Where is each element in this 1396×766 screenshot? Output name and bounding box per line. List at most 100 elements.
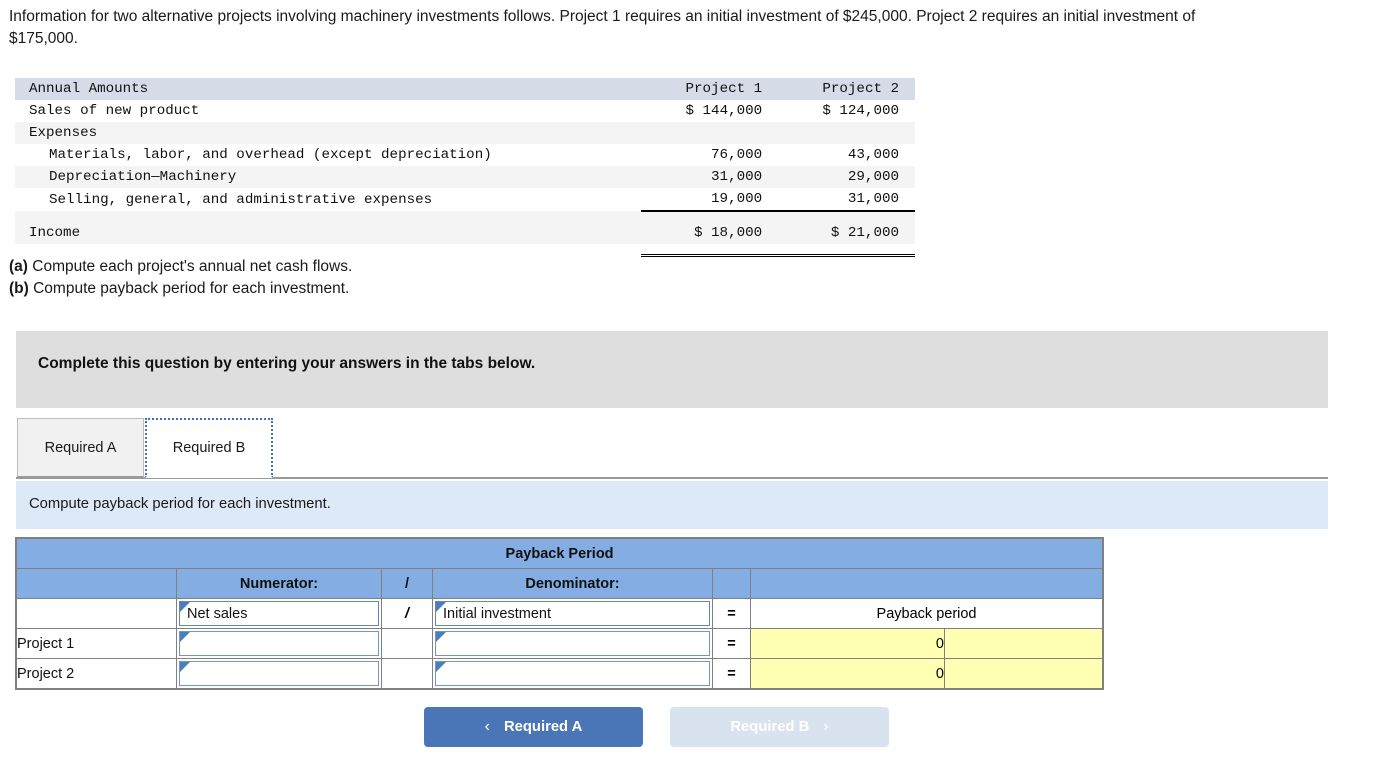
- intro-text: Information for two alternative projects…: [9, 8, 1196, 47]
- payback-title-row: Payback Period: [15, 538, 1104, 569]
- table-row: Materials, labor, and overhead (except d…: [15, 144, 915, 166]
- payback-formula-row: Net sales / Initial investment = Payback…: [16, 598, 1104, 629]
- project1-payback-unit: [943, 628, 1104, 659]
- fin-row-project1: [641, 122, 779, 144]
- cell-marker-icon: [180, 602, 190, 612]
- subheader-denominator: Denominator:: [432, 568, 713, 599]
- fin-header-project1: Project 1: [641, 78, 779, 100]
- tab-bar: Required A Required B: [16, 418, 1328, 480]
- project1-denominator-input[interactable]: [435, 631, 710, 656]
- sub-instruction-text: Compute payback period for each investme…: [29, 496, 331, 512]
- sub-instruction-bar: Compute payback period for each investme…: [16, 481, 1328, 529]
- fin-row-project1: $ 18,000: [641, 222, 779, 244]
- subheader-slash: /: [381, 568, 433, 599]
- required-a-nav-button[interactable]: ‹ Required A: [424, 707, 643, 747]
- tab-required-a[interactable]: Required A: [17, 418, 144, 478]
- tab-required-b-label: Required B: [172, 440, 246, 456]
- table-row: Sales of new product $ 144,000 $ 124,000: [15, 100, 915, 122]
- project2-denominator-input[interactable]: [435, 661, 710, 686]
- subheader-result-blank: [749, 568, 1104, 599]
- payback-subheader-row: Numerator: / Denominator:: [16, 568, 1104, 599]
- subheader-blank-left: [16, 568, 177, 599]
- row-label-project1: Project 1: [16, 628, 177, 659]
- annual-amounts-table: Annual Amounts Project 1 Project 2 Sales…: [15, 78, 915, 257]
- requirement-b-marker: (b): [9, 280, 29, 297]
- fin-row-project2: [778, 122, 915, 144]
- fin-row-label: Expenses: [15, 122, 642, 144]
- subtotal-rule-project1: [641, 210, 779, 222]
- fin-header-label: Annual Amounts: [15, 78, 642, 100]
- fin-row-project2: $ 124,000: [778, 100, 915, 122]
- formula-numerator-text[interactable]: Net sales: [179, 601, 379, 626]
- spacer-cell: [15, 211, 642, 222]
- table-header-row: Annual Amounts Project 1 Project 2: [15, 78, 915, 100]
- subtotal-rule-project2: [778, 210, 915, 222]
- project2-payback-unit: [943, 658, 1104, 689]
- formula-denominator-text[interactable]: Initial investment: [435, 601, 710, 626]
- fin-row-label: Income: [15, 222, 642, 244]
- formula-denominator-cell[interactable]: Initial investment: [432, 598, 713, 629]
- fin-row-label: Sales of new product: [15, 100, 642, 122]
- project1-numerator-input[interactable]: [179, 631, 379, 656]
- subheader-equals-blank: [712, 568, 751, 599]
- formula-numerator-cell[interactable]: Net sales: [176, 598, 382, 629]
- project2-numerator-input[interactable]: [179, 661, 379, 686]
- row-label-project2: Project 2: [16, 658, 177, 689]
- table-row: Selling, general, and administrative exp…: [15, 188, 915, 211]
- fin-row-project2: 29,000: [778, 166, 915, 188]
- requirements-list: (a) Compute each project's annual net ca…: [9, 256, 352, 300]
- instruction-banner: Complete this question by entering your …: [16, 331, 1328, 408]
- requirement-a: (a) Compute each project's annual net ca…: [9, 256, 352, 278]
- cell-marker-icon: [436, 632, 446, 642]
- fin-row-label: Selling, general, and administrative exp…: [15, 188, 642, 211]
- spacer-cell: [15, 244, 642, 256]
- total-rule-row: [15, 244, 915, 257]
- project2-slash: [381, 658, 433, 689]
- table-row: Project 2 = 0: [16, 658, 1104, 689]
- required-a-nav-label: Required A: [503, 719, 583, 735]
- instruction-banner-text: Complete this question by entering your …: [38, 355, 536, 372]
- fin-row-project2: 31,000: [778, 188, 915, 211]
- payback-period-table: Payback Period Numerator: / Denominator:…: [15, 537, 1104, 690]
- chevron-right-icon: ›: [823, 718, 829, 735]
- fin-row-project1: 19,000: [641, 188, 779, 211]
- requirement-a-marker: (a): [9, 258, 28, 275]
- fin-row-project2: $ 21,000: [778, 222, 915, 244]
- intro-paragraph: Information for two alternative projects…: [9, 6, 1259, 50]
- total-rule-project2: [778, 244, 915, 257]
- chevron-left-icon: ‹: [484, 718, 490, 735]
- project2-denominator-cell[interactable]: [432, 658, 713, 689]
- tab-required-b[interactable]: Required B: [145, 418, 273, 478]
- project2-equals: =: [712, 658, 751, 689]
- subtotal-rule-row: [15, 210, 915, 222]
- fin-row-label: Materials, labor, and overhead (except d…: [15, 144, 642, 166]
- requirement-b: (b) Compute payback period for each inve…: [9, 278, 352, 300]
- fin-header-project2: Project 2: [778, 78, 915, 100]
- payback-title: Payback Period: [15, 538, 1104, 569]
- cell-marker-icon: [436, 662, 446, 672]
- total-rule-project1: [641, 244, 779, 257]
- project1-denominator-cell[interactable]: [432, 628, 713, 659]
- fin-row-project1: 31,000: [641, 166, 779, 188]
- formula-row-label: [16, 598, 177, 629]
- cell-marker-icon: [180, 662, 190, 672]
- table-row: Expenses: [15, 122, 915, 144]
- tab-required-a-label: Required A: [44, 439, 117, 456]
- cell-marker-icon: [436, 602, 446, 612]
- project2-payback-result: 0: [750, 658, 945, 689]
- required-b-nav-button[interactable]: Required B ›: [670, 707, 889, 747]
- cell-marker-icon: [180, 632, 190, 642]
- project2-numerator-cell[interactable]: [176, 658, 382, 689]
- table-row-income: Income $ 18,000 $ 21,000: [15, 222, 915, 244]
- table-row: Depreciation—Machinery 31,000 29,000: [15, 166, 915, 188]
- project1-numerator-cell[interactable]: [176, 628, 382, 659]
- subheader-numerator: Numerator:: [176, 568, 382, 599]
- fin-row-project2: 43,000: [778, 144, 915, 166]
- fin-row-project1: 76,000: [641, 144, 779, 166]
- formula-slash: /: [381, 598, 433, 629]
- formula-result-label: Payback period: [749, 598, 1104, 629]
- requirement-a-text: Compute each project's annual net cash f…: [32, 258, 353, 275]
- formula-equals: =: [712, 598, 751, 629]
- table-row: Project 1 = 0: [16, 628, 1104, 659]
- fin-row-label: Depreciation—Machinery: [15, 166, 642, 188]
